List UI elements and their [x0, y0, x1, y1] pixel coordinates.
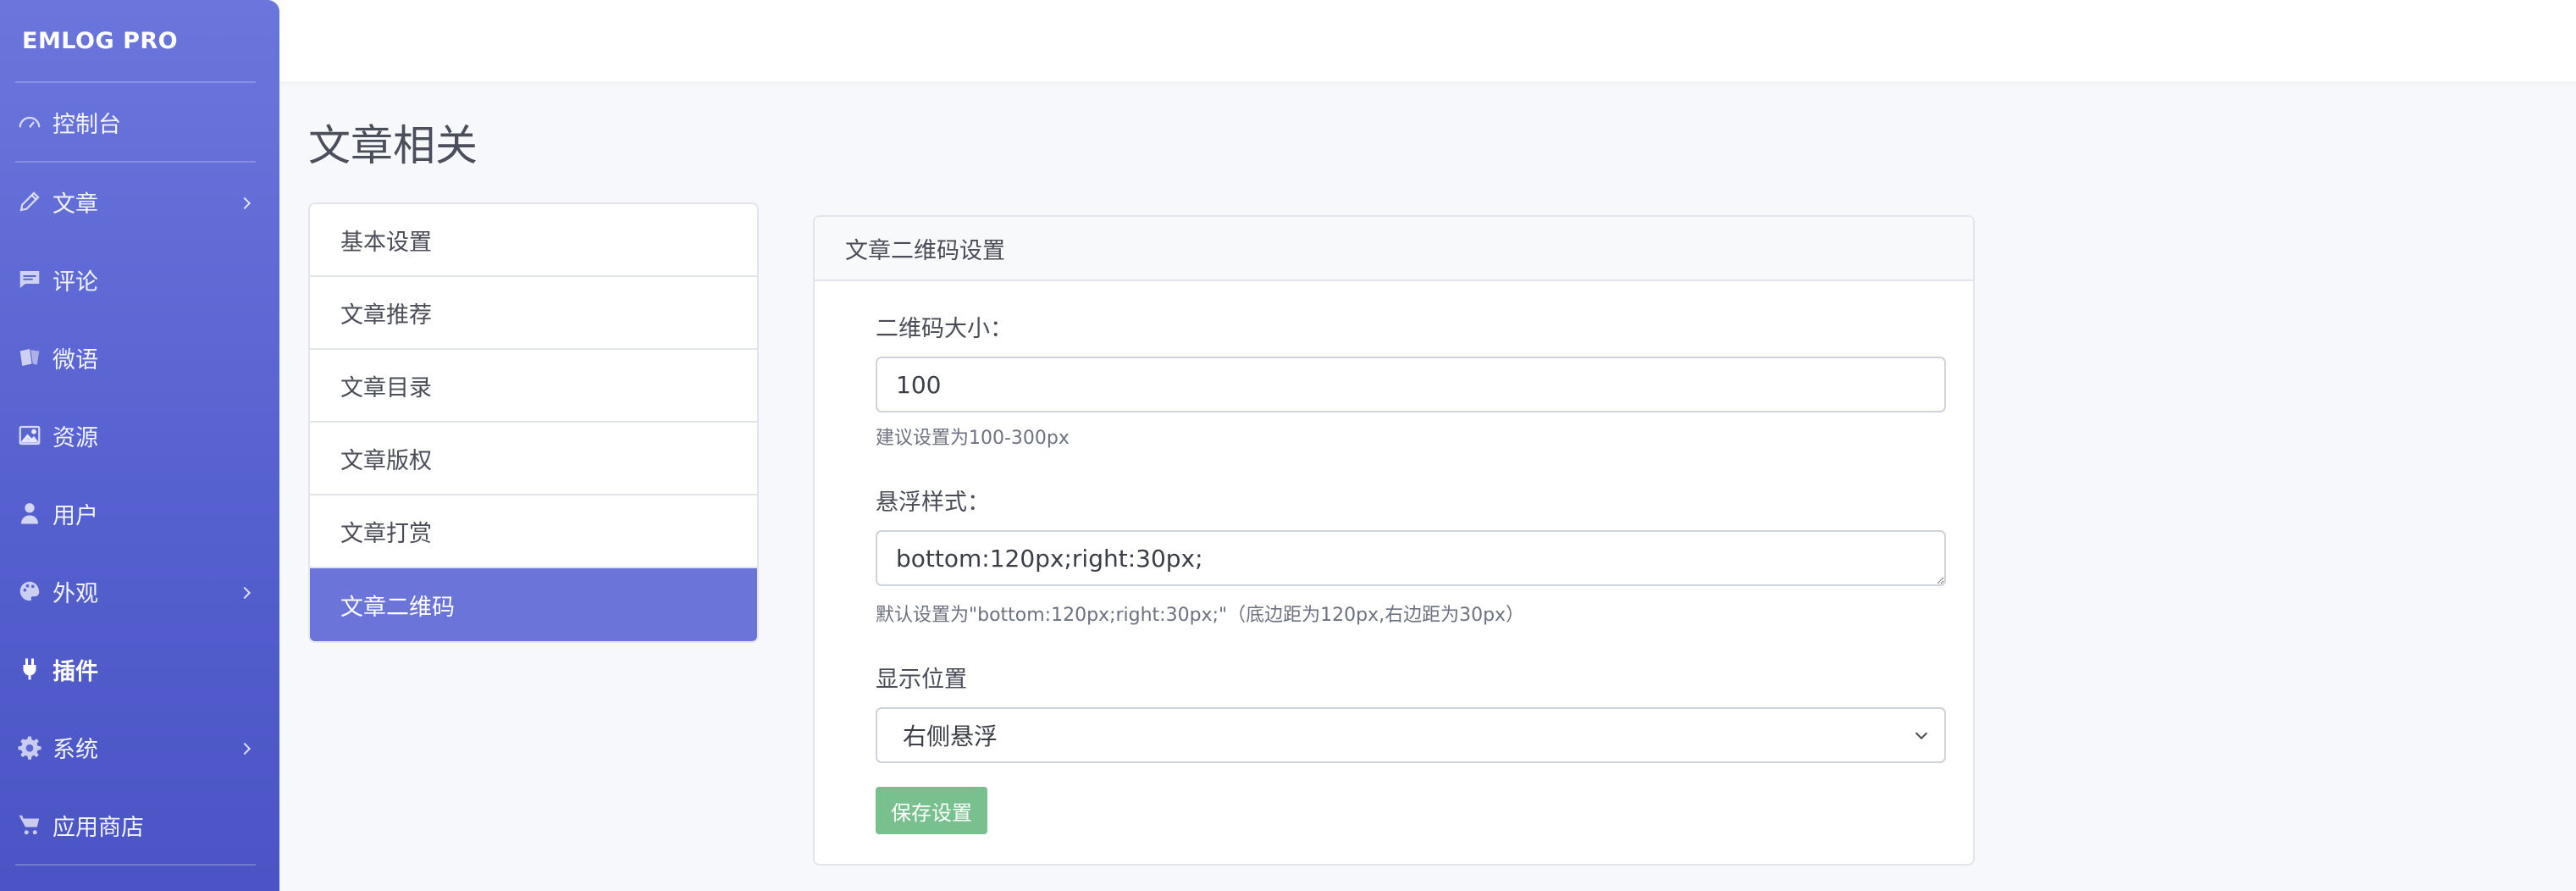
- sidebar-item-article[interactable]: 文章: [0, 163, 279, 241]
- brand-logo[interactable]: EMLOG PRO: [0, 0, 279, 81]
- notes-icon: [15, 343, 44, 372]
- sidebar-item-user[interactable]: 用户: [0, 474, 279, 552]
- sidebar-item-store[interactable]: 应用商店: [0, 786, 279, 864]
- sidebar-divider: [15, 864, 256, 866]
- sidebar-item-label: 评论: [53, 268, 98, 296]
- palette-icon: [15, 577, 44, 606]
- user-icon: [15, 499, 44, 528]
- gear-icon: [15, 733, 44, 761]
- float-style-label: 悬浮样式：: [876, 490, 990, 516]
- subnav-item-basic[interactable]: 基本设置: [310, 204, 757, 277]
- sidebar-item-label: 文章: [53, 191, 98, 218]
- float-style-hint: 默认设置为"bottom:120px;right:30px;"（底边距为120p…: [876, 605, 1525, 626]
- qr-size-label: 二维码大小：: [876, 316, 1013, 342]
- settings-subnav: 基本设置 文章推荐 文章目录 文章版权 文章打赏 文章二维码: [308, 202, 759, 643]
- sidebar: EMLOG PRO 控制台 文章 评论 微语 资源 用户 外观 插件 系统 应用…: [0, 0, 279, 891]
- position-label: 显示位置: [876, 667, 967, 693]
- sidebar-item-appearance[interactable]: 外观: [0, 552, 279, 630]
- card-body: 二维码大小： 建议设置为100-300px 悬浮样式： bottom:120px…: [815, 281, 1973, 834]
- sidebar-item-dashboard[interactable]: 控制台: [0, 83, 279, 161]
- chevron-down-icon: [1912, 726, 1931, 744]
- sidebar-item-label: 用户: [53, 502, 98, 529]
- sidebar-item-system[interactable]: 系统: [0, 708, 279, 786]
- plug-icon: [15, 655, 44, 683]
- sidebar-item-label: 资源: [53, 424, 98, 451]
- subnav-item-recommend[interactable]: 文章推荐: [310, 277, 757, 350]
- sidebar-item-media[interactable]: 资源: [0, 396, 279, 474]
- qrcode-settings-card: 文章二维码设置 二维码大小： 建议设置为100-300px 悬浮样式： bott…: [813, 215, 1975, 866]
- float-style-field: 悬浮样式： bottom:120px;right:30px; 默认设置为"bot…: [876, 484, 1946, 627]
- page-title: 文章相关: [308, 121, 478, 170]
- pencil-icon: [15, 187, 44, 216]
- save-settings-button[interactable]: 保存设置: [876, 787, 987, 834]
- sidebar-item-label: 控制台: [53, 111, 121, 138]
- sidebar-item-label: 系统: [53, 736, 98, 763]
- qr-size-field: 二维码大小： 建议设置为100-300px: [876, 310, 1946, 450]
- sidebar-item-label: 插件: [53, 658, 98, 685]
- cart-icon: [15, 811, 44, 839]
- image-icon: [15, 421, 44, 450]
- sidebar-item-label: 微语: [53, 346, 98, 374]
- subnav-item-qrcode[interactable]: 文章二维码: [310, 568, 757, 641]
- subnav-item-toc[interactable]: 文章目录: [310, 350, 757, 423]
- subnav-item-reward[interactable]: 文章打赏: [310, 495, 757, 568]
- qr-size-input[interactable]: [876, 357, 1946, 412]
- comment-icon: [15, 265, 44, 294]
- qr-size-hint: 建议设置为100-300px: [876, 428, 1070, 449]
- position-field: 显示位置 右侧悬浮: [876, 661, 1946, 763]
- sidebar-item-plugin[interactable]: 插件: [0, 630, 279, 708]
- chevron-right-icon: [237, 582, 256, 600]
- sidebar-item-label: 应用商店: [53, 814, 144, 841]
- sidebar-item-label: 外观: [53, 580, 98, 607]
- subnav-item-copyright[interactable]: 文章版权: [310, 423, 757, 495]
- position-select-wrap: 右侧悬浮: [876, 707, 1946, 763]
- chevron-right-icon: [237, 738, 256, 756]
- chevron-right-icon: [237, 192, 256, 211]
- position-select[interactable]: 右侧悬浮: [876, 707, 1946, 763]
- sidebar-item-comment[interactable]: 评论: [0, 241, 279, 318]
- top-bar: [279, 0, 2576, 81]
- dashboard-icon: [15, 108, 44, 136]
- float-style-textarea[interactable]: bottom:120px;right:30px;: [876, 530, 1946, 586]
- sidebar-item-twitter[interactable]: 微语: [0, 318, 279, 396]
- card-header: 文章二维码设置: [815, 217, 1973, 281]
